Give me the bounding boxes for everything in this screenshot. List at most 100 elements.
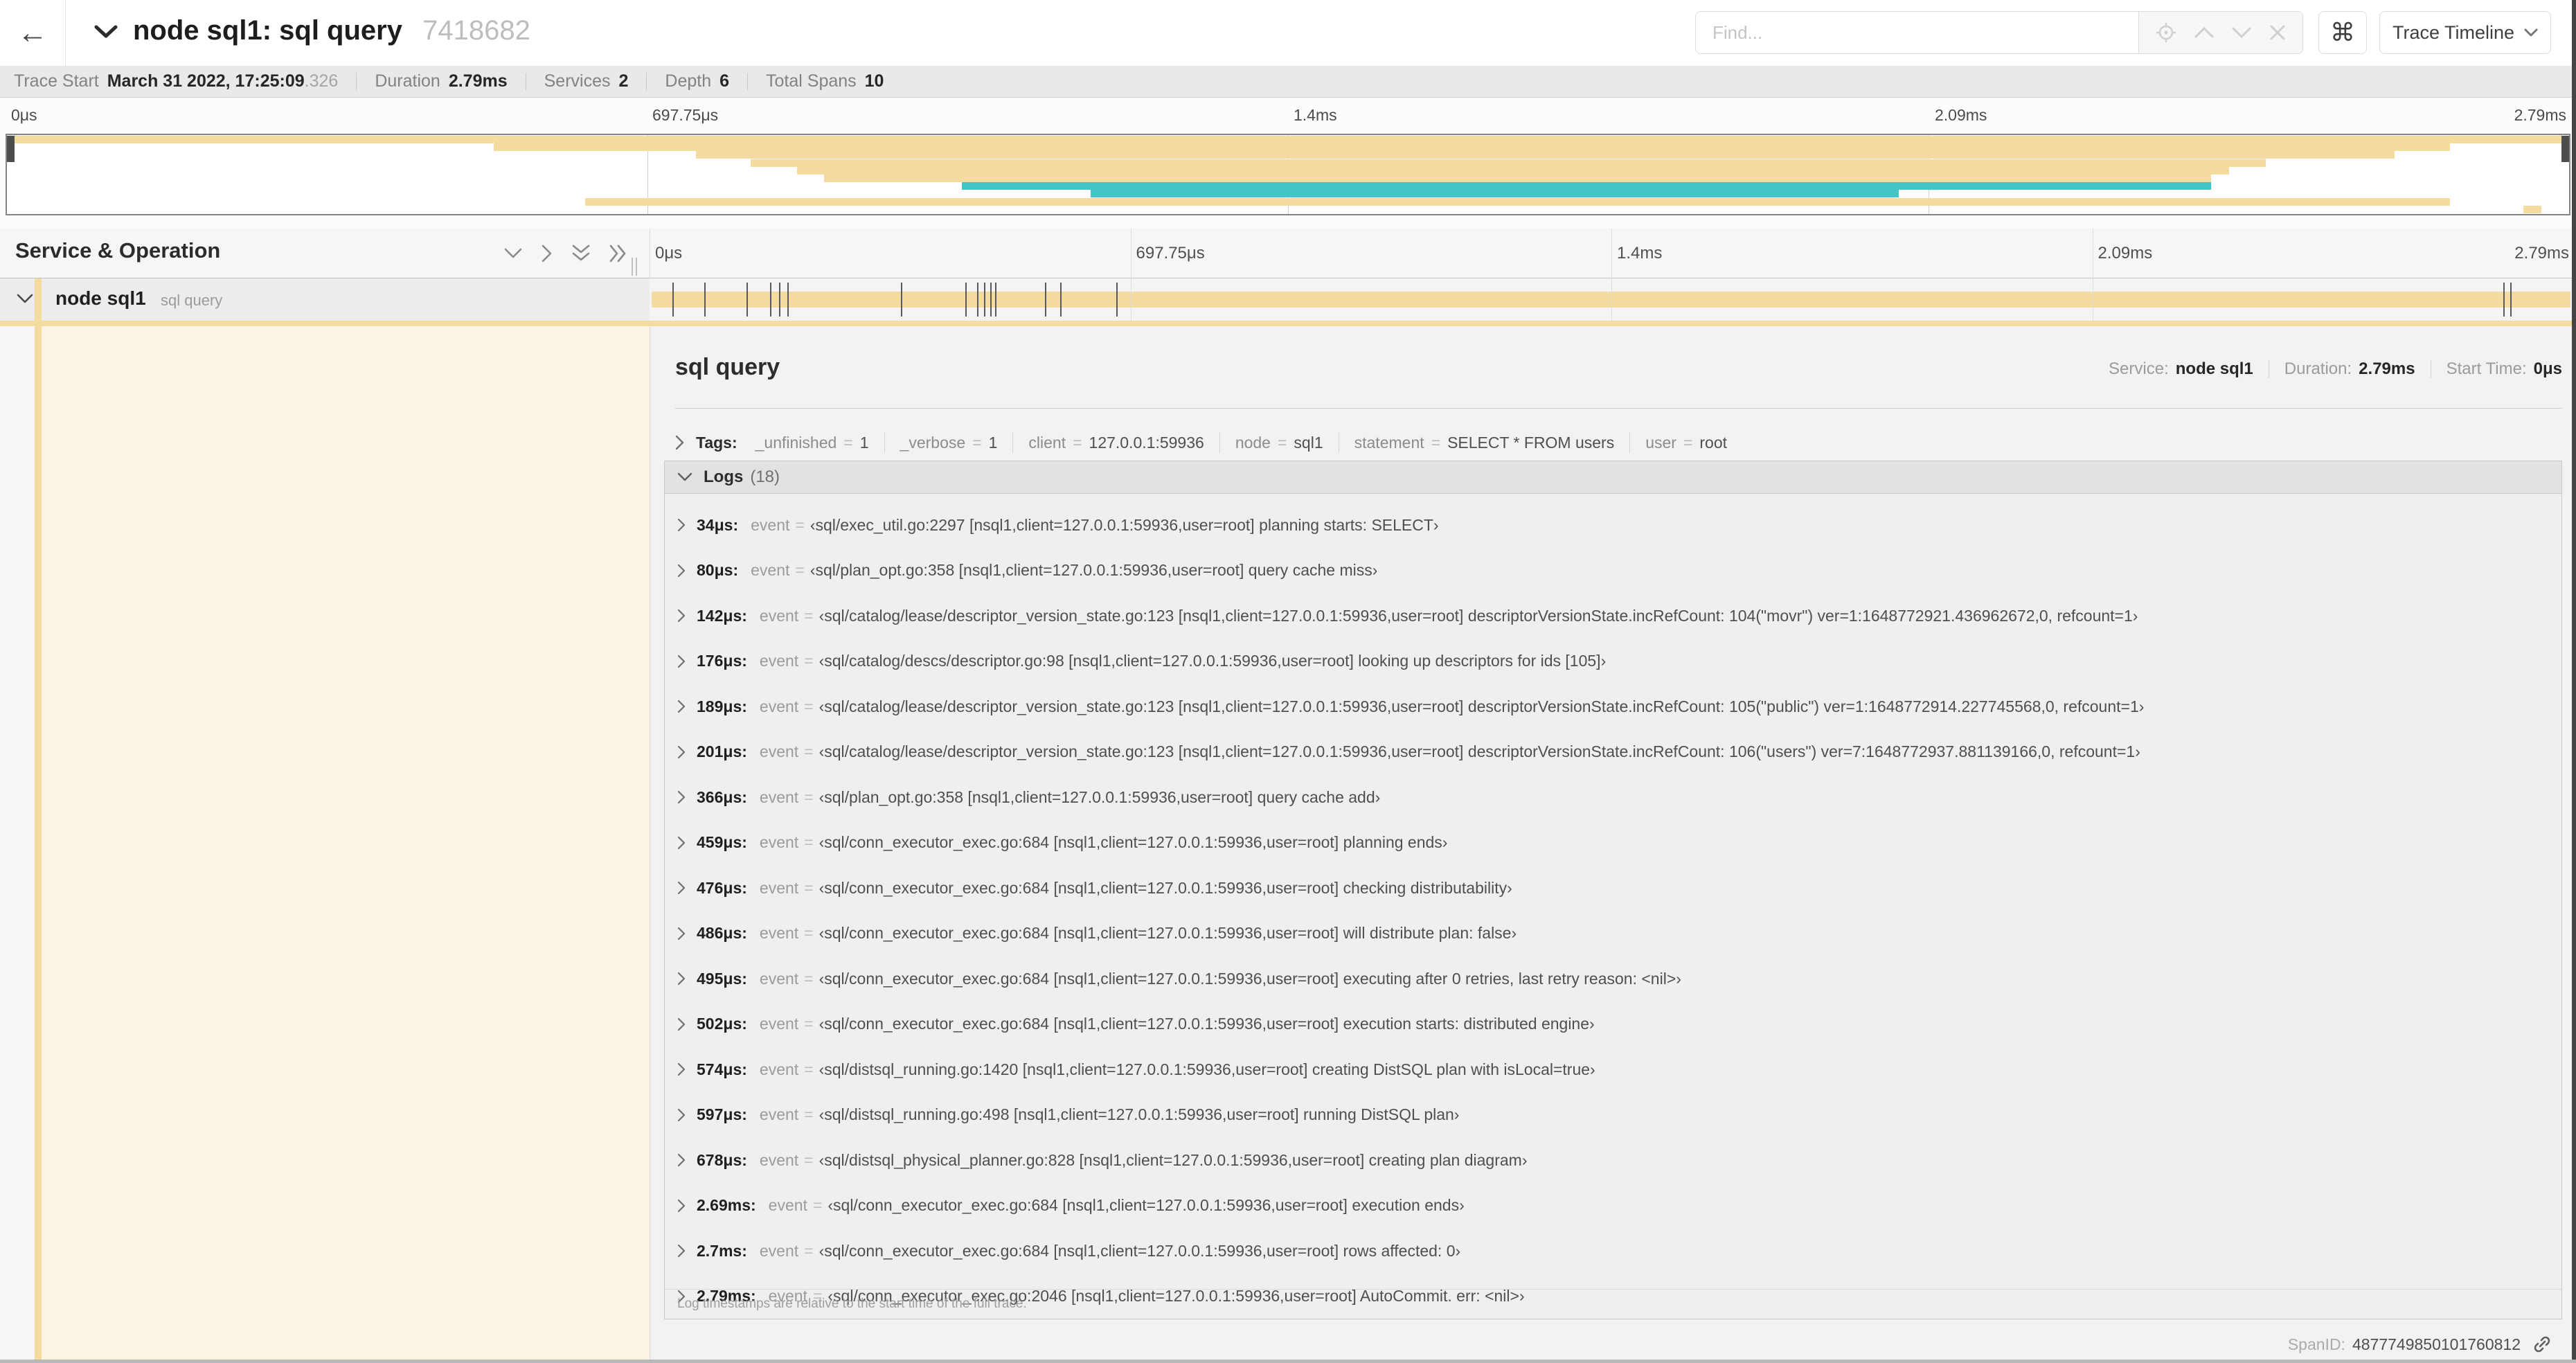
trace-meta-item: Depth 6	[665, 71, 729, 91]
minimap-span-bar	[585, 197, 2450, 206]
chevron-right-icon	[677, 609, 686, 623]
log-entry-row[interactable]: 189μs: event = ‹sql/catalog/lease/descripto…	[677, 693, 2549, 720]
minimap-span-bar	[1090, 190, 1899, 198]
find-input[interactable]	[1695, 11, 2138, 54]
tick-label: 2.09ms	[1935, 106, 1987, 124]
logs-header[interactable]: Logs (18)	[665, 461, 2561, 494]
equals-sign: =	[1277, 433, 1287, 452]
log-timestamp: 2.69ms:	[697, 1196, 756, 1214]
timeline-ruler: 0μs 697.75μs 1.4ms 2.09ms 2.79ms	[650, 229, 2573, 278]
tag-key: user	[1645, 433, 1676, 452]
chevron-right-icon	[677, 790, 686, 804]
minimap-left-handle[interactable]	[7, 136, 15, 162]
span-id-footer: SpanID: 4877749850101760812	[2288, 1329, 2552, 1360]
span-row-name-cell[interactable]: node sql1 sql query	[0, 278, 650, 321]
expand-all-icon[interactable]	[609, 244, 627, 262]
log-field-key: event	[751, 515, 790, 534]
chevron-right-icon	[677, 654, 686, 668]
log-field-key: event	[759, 1105, 799, 1123]
span-collapse-chevron-icon[interactable]	[17, 294, 33, 304]
summary-label: Start Time:	[2446, 359, 2527, 378]
meta-label: Services	[544, 71, 611, 91]
log-tick-marker	[672, 283, 674, 317]
log-entry-row[interactable]: 486μs: event = ‹sql/conn_executor_exec.go:6…	[677, 920, 2549, 947]
log-tick-marker	[983, 283, 985, 317]
tag-item: _unfinished = 1	[755, 434, 869, 452]
back-button[interactable]: ←	[0, 0, 66, 66]
log-tick-marker	[770, 283, 772, 317]
log-field-key: event	[751, 561, 790, 579]
equals-sign: =	[804, 833, 814, 851]
timeline-header: Service & Operation 0μs 697.75μs 1.4ms 2.09…	[0, 229, 2576, 278]
span-detail-header[interactable]: sql query Service: node sql1 Duration: 2.79…	[675, 354, 2562, 389]
keyboard-shortcuts-button[interactable]: ⌘	[2318, 11, 2367, 54]
log-entry-row[interactable]: 142μs: event = ‹sql/catalog/lease/descripto…	[677, 602, 2549, 630]
command-icon: ⌘	[2330, 18, 2355, 46]
log-field-key: event	[759, 924, 799, 942]
minimap-span-bar	[962, 182, 2211, 190]
tag-item: user = root	[1645, 434, 1727, 452]
collapse-all-icon[interactable]	[572, 244, 590, 262]
summary-label: Duration:	[2284, 359, 2352, 378]
tag-key: statement	[1354, 433, 1424, 452]
log-entry-row[interactable]: 574μs: event = ‹sql/distsql_running.go:1420…	[677, 1055, 2549, 1083]
log-field-value: ‹sql/catalog/lease/descriptor_version_st…	[819, 697, 2145, 715]
log-timestamp: 502μs:	[697, 1015, 747, 1033]
span-id-value: 4877749850101760812	[2352, 1335, 2521, 1353]
log-tick-marker	[2510, 283, 2512, 317]
tag-value: SELECT * FROM users	[1447, 433, 1615, 452]
chevron-right-icon	[677, 745, 686, 759]
log-entry-row[interactable]: 459μs: event = ‹sql/conn_executor_exec.go:6…	[677, 829, 2549, 857]
log-timestamp: 678μs:	[697, 1150, 747, 1169]
column-resizer-grip[interactable]	[632, 258, 641, 276]
deep-link-icon[interactable]	[2532, 1334, 2552, 1355]
meta-value: 6	[719, 71, 730, 91]
detail-left-gutter	[0, 326, 650, 1363]
find-prev-icon[interactable]	[2194, 26, 2215, 39]
span-operation-title: sql query	[675, 354, 780, 380]
log-entry-row[interactable]: 80μs: event = ‹sql/plan_opt.go:358 [nsql1,c…	[677, 557, 2549, 585]
equals-sign: =	[804, 697, 814, 715]
minimap-right-handle[interactable]	[2561, 136, 2569, 162]
log-entry-row[interactable]: 678μs: event = ‹sql/distsql_physical_planne…	[677, 1146, 2549, 1174]
log-field-value: ‹sql/catalog/lease/descriptor_version_st…	[819, 606, 2138, 625]
collapse-header-chevron-icon[interactable]	[94, 25, 118, 39]
tag-key: node	[1235, 433, 1271, 452]
log-entry-row[interactable]: 476μs: event = ‹sql/conn_executor_exec.go:6…	[677, 874, 2549, 902]
expand-one-icon[interactable]	[542, 244, 553, 262]
expand-collapse-controls	[504, 229, 627, 278]
tick-label: 2.79ms	[2514, 244, 2569, 262]
log-entry-row[interactable]: 597μs: event = ‹sql/distsql_running.go:498 …	[677, 1101, 2549, 1129]
find-next-icon[interactable]	[2231, 26, 2252, 39]
find-clear-icon[interactable]	[2269, 24, 2286, 41]
tag-value: 1	[988, 433, 998, 452]
equals-sign: =	[972, 433, 982, 452]
equals-sign: =	[804, 652, 814, 670]
span-row-timeline-cell[interactable]	[650, 278, 2574, 321]
log-entry-row[interactable]: 366μs: event = ‹sql/plan_opt.go:358 [nsql1,…	[677, 783, 2549, 811]
log-timestamp: 476μs:	[697, 878, 747, 897]
timeline-minimap[interactable]	[6, 134, 2570, 215]
log-entry-row[interactable]: 176μs: event = ‹sql/catalog/descs/descripto…	[677, 648, 2549, 675]
tick-label: 1.4ms	[1294, 106, 1337, 124]
log-field-value: ‹sql/distsql_physical_planner.go:828 [ns…	[819, 1150, 1528, 1169]
chevron-right-icon	[677, 1153, 686, 1167]
meta-label: Trace Start	[14, 71, 99, 91]
trace-meta-item: Trace Start March 31 2022, 17:25:09.326	[14, 71, 338, 91]
meta-value-suffix: .326	[304, 71, 339, 91]
log-entry-row[interactable]: 495μs: event = ‹sql/conn_executor_exec.go:6…	[677, 965, 2549, 992]
log-entry-row[interactable]: 2.7ms: event = ‹sql/conn_executor_exec.go:6…	[677, 1237, 2549, 1265]
equals-sign: =	[804, 606, 814, 625]
tag-key: _verbose	[900, 433, 966, 452]
log-entry-row[interactable]: 34μs: event = ‹sql/exec_util.go:2297 [nsql1…	[677, 511, 2549, 539]
log-entry-row[interactable]: 502μs: event = ‹sql/conn_executor_exec.go:6…	[677, 1010, 2549, 1038]
log-entry-row[interactable]: 201μs: event = ‹sql/catalog/lease/descripto…	[677, 738, 2549, 766]
collapse-one-icon[interactable]	[504, 248, 522, 259]
chevron-right-icon	[677, 518, 686, 532]
minimap-span-bar	[493, 143, 2450, 152]
log-entry-row[interactable]: 2.69ms: event = ‹sql/conn_executor_exec.go:…	[677, 1192, 2549, 1220]
summary-value: 2.79ms	[2359, 359, 2415, 378]
focus-match-icon[interactable]	[2156, 22, 2176, 43]
view-selector-button[interactable]: Trace Timeline	[2379, 11, 2551, 54]
tags-row[interactable]: Tags: _unfinished = 1 _verbose = 1 client = 127.…	[675, 427, 2562, 458]
